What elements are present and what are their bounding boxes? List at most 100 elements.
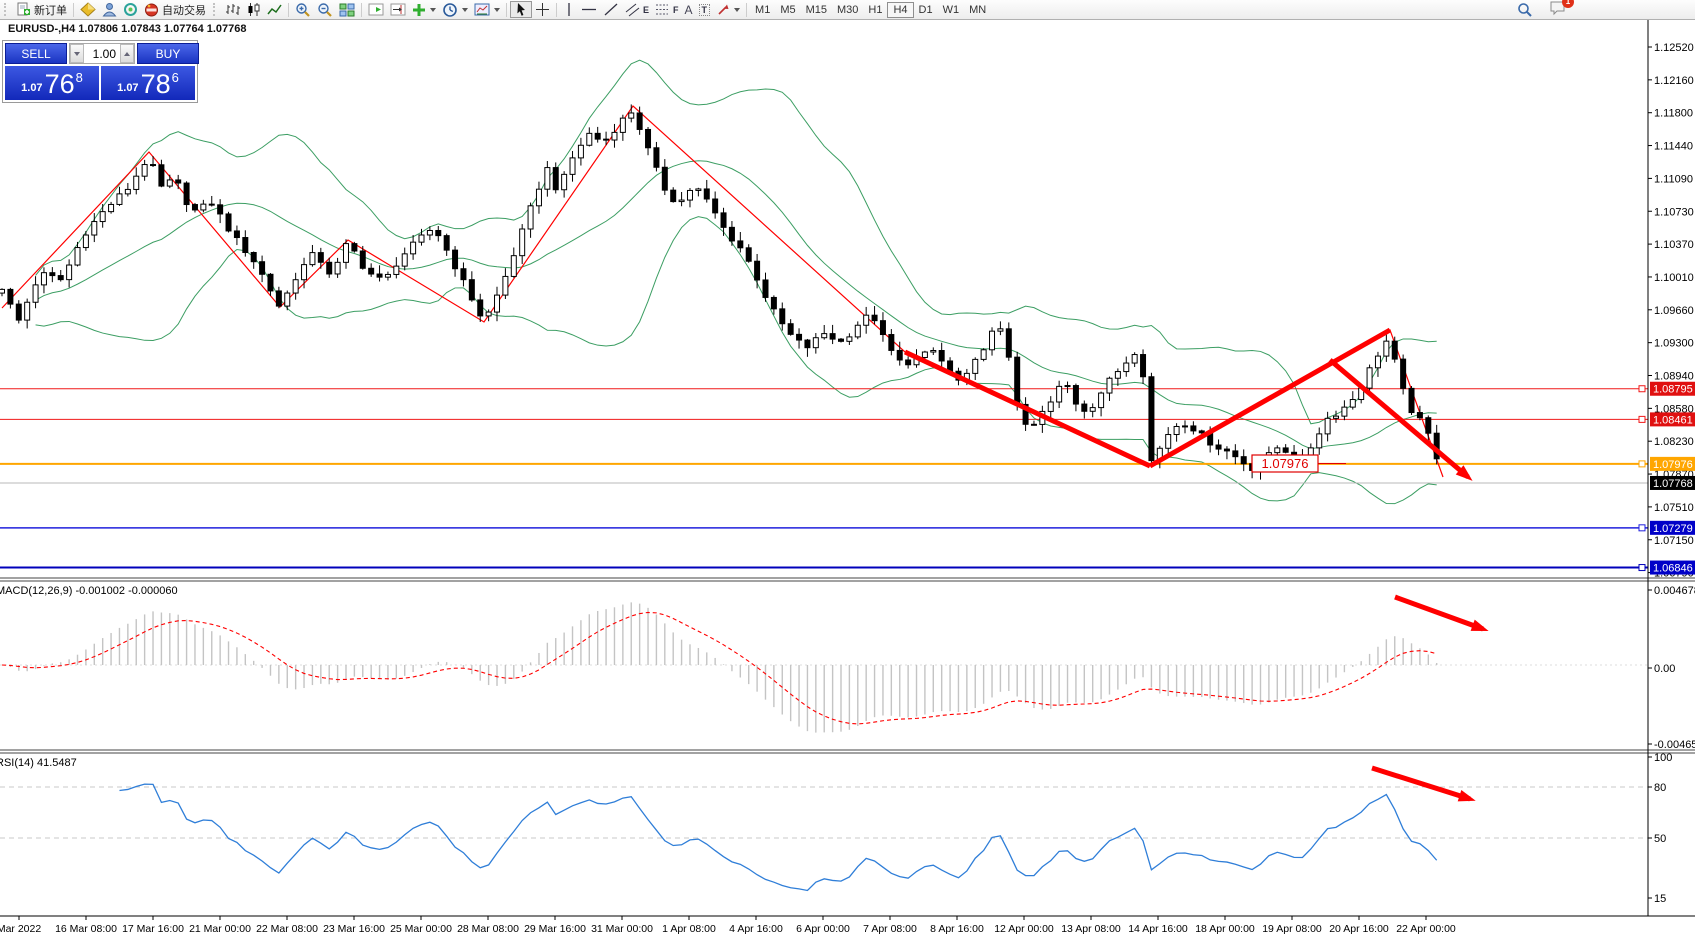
candle bbox=[411, 242, 416, 254]
candle bbox=[629, 113, 634, 118]
candle bbox=[998, 329, 1003, 331]
auto-scroll-icon bbox=[368, 2, 384, 17]
periods-button[interactable] bbox=[439, 1, 471, 18]
styler-button[interactable] bbox=[77, 1, 99, 18]
volume-input[interactable] bbox=[84, 44, 120, 63]
candle bbox=[218, 205, 223, 214]
timeframe-m1[interactable]: M1 bbox=[750, 2, 775, 18]
horizontal-line-tool[interactable] bbox=[578, 1, 600, 18]
price-tick: 1.11800 bbox=[1654, 108, 1693, 120]
toolbar-separator bbox=[746, 3, 747, 17]
volume-increase-button[interactable] bbox=[120, 44, 134, 63]
sell-button[interactable]: SELL bbox=[5, 43, 67, 64]
candle bbox=[33, 285, 38, 302]
buy-button[interactable]: BUY bbox=[137, 43, 199, 64]
auto-scroll-button[interactable] bbox=[365, 1, 387, 18]
timeframe-m30[interactable]: M30 bbox=[832, 2, 863, 18]
chart-shift-icon bbox=[390, 2, 406, 17]
templates-button[interactable] bbox=[471, 1, 503, 18]
channel-tool[interactable]: E bbox=[622, 1, 652, 18]
volume-decrease-button[interactable] bbox=[70, 44, 84, 63]
signal-icon bbox=[123, 2, 138, 17]
horizontal-line-icon bbox=[581, 2, 597, 17]
buy-price[interactable]: 1.07 78 6 bbox=[101, 66, 195, 100]
toolbar-separator bbox=[361, 3, 362, 17]
tile-windows-button[interactable] bbox=[336, 1, 358, 18]
chart-canvas[interactable]: 1.079761.125201.121601.118001.114401.110… bbox=[0, 19, 1695, 941]
text-tool[interactable]: A bbox=[682, 1, 696, 18]
sell-price-sup: 8 bbox=[76, 70, 83, 85]
candle bbox=[260, 262, 265, 275]
fibonacci-tool[interactable]: F bbox=[652, 1, 682, 18]
price-tick: 1.10370 bbox=[1654, 239, 1694, 251]
candle bbox=[1241, 457, 1246, 464]
timeframe-m15[interactable]: M15 bbox=[801, 2, 832, 18]
crosshair-tool-button[interactable] bbox=[532, 1, 553, 18]
zoom-in-button[interactable] bbox=[292, 1, 314, 18]
trendline-tool[interactable] bbox=[600, 1, 622, 18]
candle bbox=[1006, 329, 1011, 357]
buy-price-small: 1.07 bbox=[117, 82, 138, 94]
sell-price[interactable]: 1.07 76 8 bbox=[5, 66, 99, 100]
new-order-button[interactable]: 新订单 bbox=[13, 1, 70, 18]
candle bbox=[276, 291, 281, 306]
candle bbox=[755, 261, 760, 280]
candle bbox=[839, 339, 844, 341]
candle bbox=[243, 238, 248, 253]
candle bbox=[771, 297, 776, 308]
time-tick: 31 Mar 00:00 bbox=[591, 923, 653, 935]
svg-text:1.08795: 1.08795 bbox=[1653, 384, 1693, 396]
timeframe-d1[interactable]: D1 bbox=[914, 2, 938, 18]
indicators-button[interactable] bbox=[409, 1, 439, 18]
candle bbox=[805, 340, 810, 348]
candle bbox=[92, 222, 97, 235]
vertical-line-tool[interactable] bbox=[560, 1, 578, 18]
candle bbox=[343, 244, 348, 263]
candle bbox=[461, 269, 466, 280]
time-tick: 13 Apr 08:00 bbox=[1061, 923, 1121, 935]
cursor-tool-button[interactable] bbox=[510, 1, 532, 18]
auto-trading-button[interactable]: 自动交易 bbox=[141, 1, 209, 18]
candle bbox=[58, 276, 63, 280]
candle bbox=[134, 176, 139, 189]
gold-diamond-icon bbox=[80, 2, 96, 17]
search-icon[interactable] bbox=[1517, 2, 1533, 18]
zoom-in-icon bbox=[295, 2, 311, 18]
timeframe-w1[interactable]: W1 bbox=[938, 2, 965, 18]
time-tick: 19 Apr 08:00 bbox=[1262, 923, 1322, 935]
candle bbox=[1031, 424, 1036, 425]
svg-text:15: 15 bbox=[1654, 893, 1666, 905]
candle bbox=[1426, 418, 1431, 434]
signals-button[interactable] bbox=[120, 1, 141, 18]
svg-text:1.07768: 1.07768 bbox=[1653, 478, 1693, 490]
text-label-tool[interactable]: T bbox=[696, 1, 714, 18]
sell-price-big: 76 bbox=[45, 71, 75, 98]
chevron-down-icon bbox=[734, 8, 740, 12]
timeframe-h4[interactable]: H4 bbox=[887, 2, 913, 18]
candle bbox=[1090, 408, 1095, 412]
timeframe-mn[interactable]: MN bbox=[964, 2, 991, 18]
line-chart-button[interactable] bbox=[264, 1, 285, 18]
chart-shift-button[interactable] bbox=[387, 1, 409, 18]
line-chart-icon bbox=[267, 2, 282, 17]
candle bbox=[1325, 418, 1330, 434]
timeframe-m5[interactable]: M5 bbox=[775, 2, 800, 18]
main-toolbar: 新订单 自动交易 bbox=[0, 0, 1695, 20]
candle bbox=[419, 235, 424, 242]
candle bbox=[293, 280, 298, 293]
zoom-out-button[interactable] bbox=[314, 1, 336, 18]
time-tick: 16 Mar 08:00 bbox=[55, 923, 117, 935]
candle bbox=[604, 139, 609, 140]
notifications-button[interactable]: 1 bbox=[1549, 0, 1567, 19]
candle bbox=[67, 265, 72, 280]
candle bbox=[251, 253, 256, 262]
timeframe-h1[interactable]: H1 bbox=[863, 2, 887, 18]
arrows-tool[interactable] bbox=[713, 1, 743, 18]
bar-chart-button[interactable] bbox=[222, 1, 243, 18]
price-tick: 1.11090 bbox=[1654, 173, 1693, 185]
community-button[interactable] bbox=[99, 1, 120, 18]
candle bbox=[1182, 426, 1187, 427]
candlestick-icon bbox=[246, 2, 261, 17]
candlestick-chart-button[interactable] bbox=[243, 1, 264, 18]
price-tick: 1.12160 bbox=[1654, 75, 1694, 87]
